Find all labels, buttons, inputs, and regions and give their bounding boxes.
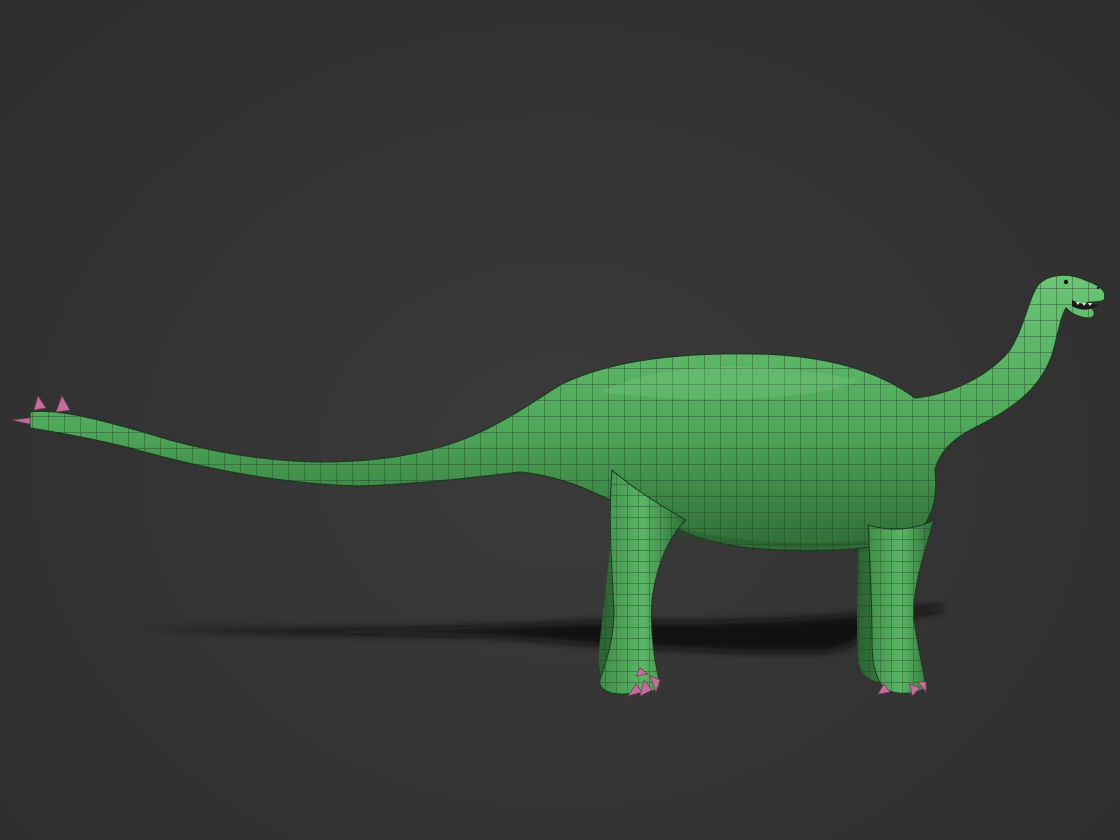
near-front-leg (867, 519, 935, 694)
dinosaur-body (29, 274, 1106, 552)
render-viewport (0, 0, 1120, 840)
dinosaur-render (11, 274, 1106, 697)
ground-shadow (140, 606, 942, 653)
